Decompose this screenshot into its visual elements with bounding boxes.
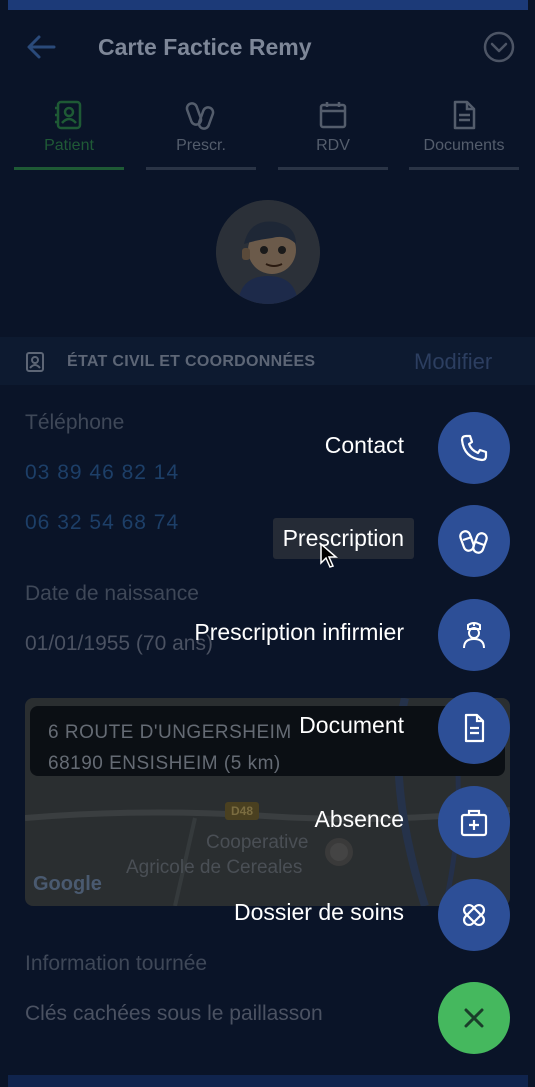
avatar[interactable]	[216, 200, 320, 304]
status-bar	[8, 0, 528, 10]
tab-bar: Patient Prescr. RDV Documents	[0, 95, 535, 175]
fab-menu-label: Prescription infirmier	[194, 619, 404, 645]
fab-menu-label: Absence	[314, 806, 404, 832]
bandage-icon	[462, 903, 486, 927]
nurse-prescription-fab[interactable]	[438, 599, 510, 671]
app-screen: Carte Factice Remy Patient Prescr. RDV D…	[0, 0, 535, 1087]
fab-menu-absence[interactable]: Absence	[30, 786, 510, 858]
tab-underline	[409, 167, 519, 170]
fab-menu-care-record[interactable]: Dossier de soins	[30, 879, 510, 951]
calendar-icon	[319, 102, 347, 129]
document-fab[interactable]	[438, 692, 510, 764]
fab-menu-nurse-prescription[interactable]: Prescription infirmier	[30, 599, 510, 671]
fab-menu-label: Contact	[324, 432, 404, 458]
care-record-fab[interactable]	[438, 879, 510, 951]
prescription-fab[interactable]	[438, 505, 510, 577]
chevron-down-circle-icon[interactable]	[483, 31, 515, 63]
nurse-icon	[463, 622, 485, 649]
close-icon	[464, 1008, 484, 1028]
tab-patient[interactable]: Patient	[14, 95, 124, 170]
patient-card-icon	[55, 100, 82, 130]
document-icon	[453, 100, 476, 130]
page-title: Carte Factice Remy	[98, 34, 312, 60]
patient-card-icon	[26, 352, 44, 372]
document-icon	[464, 713, 485, 743]
section-title: ÉTAT CIVIL ET COORDONNÉES	[67, 353, 316, 370]
fab-menu-document[interactable]: Document	[30, 692, 510, 764]
fab-menu-label: Document	[299, 712, 404, 738]
tour-info-value: Clés cachées sous le paillasson	[25, 1002, 323, 1025]
pills-icon	[459, 530, 488, 554]
tab-underline	[146, 167, 256, 170]
app-header: Carte Factice Remy	[0, 10, 535, 85]
tab-underline	[14, 167, 124, 170]
tab-rdv[interactable]: RDV	[278, 95, 388, 170]
mouse-cursor-icon	[320, 543, 338, 568]
absence-fab[interactable]	[438, 786, 510, 858]
section-header: ÉTAT CIVIL ET COORDONNÉES Modifier	[0, 337, 535, 385]
tab-label: Documents	[423, 137, 505, 154]
close-menu-fab[interactable]	[438, 982, 510, 1054]
tab-prescriptions[interactable]: Prescr.	[146, 95, 256, 170]
bottom-bar	[8, 1075, 528, 1087]
tab-documents[interactable]: Documents	[409, 95, 519, 170]
avatar-illustration	[216, 200, 320, 304]
pills-icon	[185, 102, 215, 130]
phone-icon	[460, 434, 488, 462]
back-arrow-icon[interactable]	[26, 34, 56, 60]
tab-label: Prescr.	[176, 137, 226, 154]
fab-menu-contact[interactable]: Contact	[30, 412, 510, 484]
tab-label: RDV	[316, 137, 350, 154]
poi-label-line-2: Agricole de Cereales	[126, 857, 303, 878]
contact-fab[interactable]	[438, 412, 510, 484]
tour-info-label: Information tournée	[25, 952, 208, 975]
medical-bag-icon	[460, 809, 488, 837]
tab-underline	[278, 167, 388, 170]
fab-menu-label: Prescription	[272, 518, 414, 559]
tab-label: Patient	[44, 137, 94, 154]
edit-button[interactable]: Modifier	[414, 349, 492, 375]
fab-menu-label: Dossier de soins	[233, 899, 404, 925]
fab-menu-prescription[interactable]: Prescription	[30, 505, 510, 577]
